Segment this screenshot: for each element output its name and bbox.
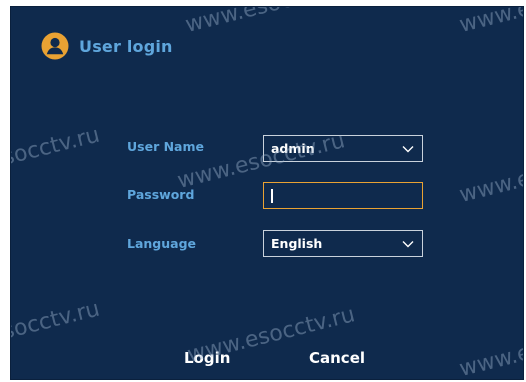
watermark: www.esocctv.ru [456,316,524,380]
watermark: esocctv.ru [10,122,103,174]
language-value: English [271,236,323,251]
watermark: esocctv.ru [10,296,103,348]
username-select[interactable]: admin [263,135,423,162]
chevron-down-icon [402,241,414,248]
watermark: www.esocctv.ru [457,7,523,38]
text-cursor [271,188,273,203]
login-button[interactable]: Login [184,349,230,367]
language-select[interactable]: English [263,230,423,257]
watermark: www.esocctv.ru [456,142,524,208]
dialog-title: User login [79,36,173,56]
language-label: Language [127,236,197,251]
password-label: Password [127,187,195,202]
cancel-button[interactable]: Cancel [309,349,365,367]
username-value: admin [271,141,315,156]
title-bar: User login [41,31,173,61]
password-input[interactable] [263,182,423,209]
login-dialog: User login User Name admin Password Lang… [10,6,524,380]
chevron-down-icon [402,146,414,153]
watermark: www.esocctv.ru [183,7,355,38]
user-avatar-icon [41,32,69,60]
username-label: User Name [127,139,204,154]
